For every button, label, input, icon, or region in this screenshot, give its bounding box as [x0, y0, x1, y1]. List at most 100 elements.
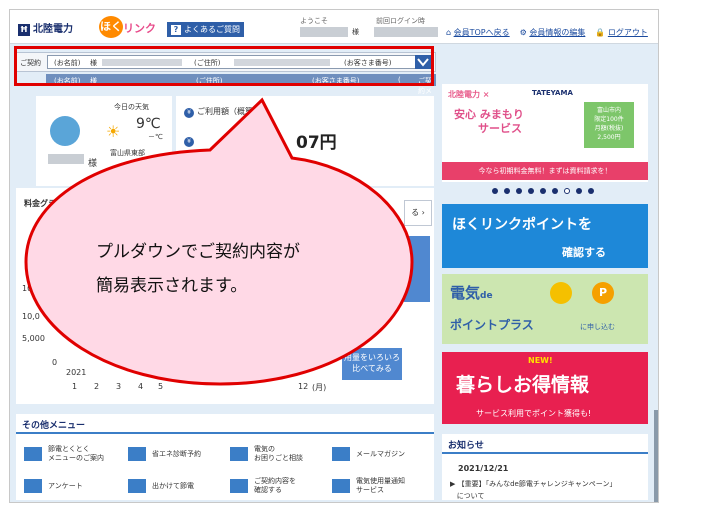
- hokulink-logo-text: リンク: [123, 22, 156, 35]
- chart-title: 料金グラ: [24, 199, 56, 208]
- menu-item-setsuden[interactable]: 節電とくとく メニューのご案内: [24, 440, 122, 468]
- point-banner[interactable]: ほくリンクポイントを 確認する: [442, 204, 648, 268]
- member-top-link[interactable]: ⌂ 会員TOPへ戻る: [446, 27, 510, 38]
- sun-cloud-icon: ☀: [106, 122, 121, 141]
- member-edit-link[interactable]: ⚙ 会員情報の編集: [520, 27, 586, 38]
- request-cta[interactable]: 今なら初期料金無料！まずは資料請求を！: [442, 162, 648, 180]
- new-badge: NEW!: [528, 356, 553, 365]
- other-menu: その他メニュー 節電とくとく メニューのご案内 省エネ診断予約 電気の お困りご…: [16, 414, 434, 500]
- document-icon: [230, 479, 248, 493]
- building-icon: [128, 447, 146, 461]
- menu-divider: [16, 432, 434, 434]
- point-plus-name: ポイントプラス: [450, 318, 534, 332]
- banner-partner-title: 北陸電力 ×: [448, 90, 490, 99]
- callout-line-1: プルダウンでご契約内容が: [96, 242, 300, 262]
- menu-item-odekake[interactable]: 出かけて節電: [128, 472, 226, 500]
- carousel-dot[interactable]: [588, 188, 594, 194]
- y-tick: 10,0: [22, 312, 40, 321]
- other-menu-title: その他メニュー: [22, 421, 86, 431]
- menu-item-soudan[interactable]: 電気の お困りごと相談: [230, 440, 328, 468]
- kurashi-banner[interactable]: NEW! 暮らしお得情報 サービス利用でポイント獲得も!: [442, 352, 648, 424]
- temperature-high: 9℃: [136, 116, 161, 132]
- x-tick: 12: [298, 382, 309, 391]
- lightbulb-icon: [550, 282, 572, 304]
- last-login-label: 前回ログイン時: [376, 17, 425, 25]
- sama-label: 様: [352, 28, 359, 36]
- hokulink-logo-mark: ほく: [99, 16, 123, 38]
- menu-item-mail[interactable]: メールマガジン: [332, 440, 430, 468]
- x-tick: 1: [72, 382, 78, 391]
- kurashi-title: 暮らしお得情報: [456, 374, 590, 396]
- see-more-button[interactable]: る ›: [404, 200, 432, 226]
- car-icon: [128, 479, 146, 493]
- kurashi-sub: サービス利用でポイント獲得も!: [476, 409, 592, 418]
- chat-icon: [230, 447, 248, 461]
- weather-label: 今日の天気: [114, 103, 149, 111]
- callout-line-2: 簡易表示されます。: [96, 276, 248, 296]
- x-tick: 4: [138, 382, 144, 391]
- callout-text: プルダウンでご契約内容が 簡易表示されます。: [96, 235, 300, 303]
- y-tick: 10,0: [22, 284, 40, 293]
- menu-item-notify[interactable]: 電気使用量通知 サービス: [332, 472, 430, 500]
- survey-icon: [24, 479, 42, 493]
- yen-icon: ¥: [184, 108, 194, 118]
- chart-nav-button[interactable]: [404, 236, 430, 302]
- avatar-icon: [50, 116, 80, 146]
- carousel-dot[interactable]: [492, 188, 498, 194]
- x-tick: 5: [158, 382, 164, 391]
- point-plus-apply: に申し込む: [580, 323, 615, 331]
- point-plus-title: 電気de: [450, 284, 493, 302]
- y-tick: 0: [52, 358, 58, 367]
- menu-item-shoene[interactable]: 省エネ診断予約: [128, 440, 226, 468]
- last-login-redacted: [374, 27, 438, 37]
- meter-icon: [332, 479, 350, 493]
- news-title: お知らせ: [448, 441, 484, 451]
- tateyama-logo: TATEYAMA: [532, 89, 573, 97]
- point-banner-sub: 確認する: [562, 246, 606, 259]
- mimamori-title: 安心 みまもり サービス: [454, 108, 524, 135]
- point-banner-title: ほくリンクポイントを: [452, 217, 592, 233]
- bill-card: ¥ ご利用額（概算 ¥ 07円: [176, 96, 434, 186]
- question-icon: ?: [171, 25, 181, 35]
- yen-icon: ¥: [184, 137, 194, 147]
- carousel-dot-active[interactable]: [564, 188, 570, 194]
- menu-item-survey[interactable]: アンケート: [24, 472, 122, 500]
- site-header: Ħ 北陸電力 ほく リンク ? よくあるご質問 ようこそ 様 前回ログイン時 ⌂ 会…: [10, 10, 658, 44]
- highlight-frame: [14, 46, 434, 86]
- carousel-dot[interactable]: [516, 188, 522, 194]
- point-plus-banner[interactable]: 電気de P ポイントプラス に申し込む: [442, 274, 648, 344]
- bill-amount: 07円: [296, 133, 337, 153]
- scrollbar[interactable]: [654, 410, 658, 502]
- menu-item-contract[interactable]: ご契約内容を 確認する: [230, 472, 328, 500]
- carousel-dots: [492, 188, 594, 194]
- name-redacted: [48, 154, 84, 164]
- x-unit: (月): [312, 383, 327, 392]
- company-mark-icon: Ħ: [18, 24, 30, 36]
- bill-label: ¥ ご利用額（概算: [184, 106, 253, 118]
- mail-icon: [332, 447, 350, 461]
- carousel-dot[interactable]: [552, 188, 558, 194]
- temperature-low: －℃: [148, 133, 163, 141]
- bill-row-secondary: ¥: [184, 136, 197, 147]
- carousel-dot[interactable]: [540, 188, 546, 194]
- news-panel: お知らせ 2021/12/21 ▶ 【重要】「みんなde節電チャレンジキャンペー…: [442, 434, 648, 500]
- hokuriku-electric-logo[interactable]: Ħ 北陸電力: [18, 20, 73, 36]
- profile-sama: 様: [88, 159, 98, 169]
- y-tick: 5,000: [22, 334, 45, 343]
- logout-link[interactable]: 🔒 ログアウト: [595, 27, 648, 38]
- hokulink-logo[interactable]: ほく リンク: [93, 16, 159, 38]
- user-name-redacted: [300, 27, 348, 37]
- header-links: ⌂ 会員TOPへ戻る ⚙ 会員情報の編集 🔒 ログアウト: [446, 27, 648, 38]
- x-tick: 2: [94, 382, 100, 391]
- faq-button[interactable]: ? よくあるご質問: [167, 22, 244, 37]
- mimamori-banner[interactable]: 北陸電力 × TATEYAMA 安心 みまもり サービス 富山市内 限定100件 …: [442, 84, 648, 182]
- lightning-icon: [24, 447, 42, 461]
- compare-usage-button[interactable]: 用量をいろいろ 比べてみる: [342, 348, 402, 380]
- carousel-dot[interactable]: [576, 188, 582, 194]
- weather-region: 富山県東部: [110, 149, 145, 157]
- carousel-dot[interactable]: [504, 188, 510, 194]
- carousel-dot[interactable]: [528, 188, 534, 194]
- news-item[interactable]: ▶ 【重要】「みんなde節電チャレンジキャンペーン」 について: [450, 478, 616, 502]
- chart-year: 2021: [66, 368, 87, 377]
- welcome-label: ようこそ: [300, 17, 328, 25]
